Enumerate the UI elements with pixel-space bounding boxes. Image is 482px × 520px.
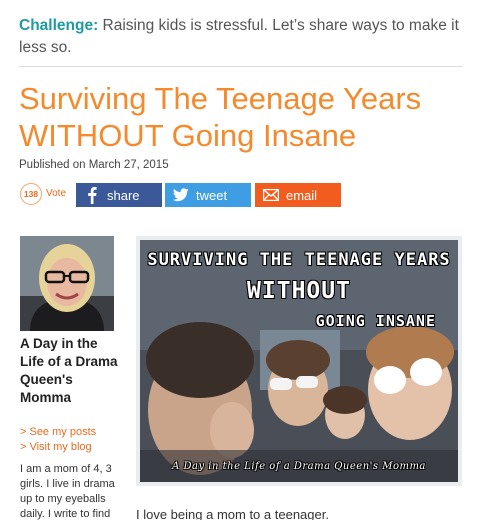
facebook-icon (81, 186, 103, 204)
article-page: Challenge: Raising kids is stressful. Le… (0, 0, 482, 520)
author-bio: I am a mom of 4, 3 girls. I live in dram… (20, 463, 115, 520)
hero-caption-line1: SURVIVING THE TEENAGE YEARS (147, 250, 451, 270)
divider (19, 66, 463, 67)
vote-count-button[interactable]: 138 (20, 183, 42, 205)
twitter-share-button[interactable]: tweet (165, 183, 251, 207)
hero-caption-line3: GOING INSANE (315, 312, 436, 330)
published-date: Published on March 27, 2015 (19, 159, 169, 171)
article-title: Surviving The Teenage Years WITHOUT Goin… (19, 81, 422, 153)
hero-caption-line2: WITHOUT (247, 278, 351, 304)
email-icon (260, 189, 282, 201)
hero-watermark: A Day in the Life of a Drama Queen's Mom… (172, 461, 426, 472)
visit-my-blog-link[interactable]: > Visit my blog (20, 441, 92, 453)
vote-label[interactable]: Vote (46, 188, 66, 199)
author-name-link[interactable]: A Day in the Life of a Drama Queen's Mom… (20, 335, 118, 407)
email-button-label: email (286, 187, 318, 203)
group-selfie-illustration (140, 240, 458, 482)
challenge-banner: Challenge: Raising kids is stressful. Le… (19, 15, 464, 59)
email-share-button[interactable]: email (255, 183, 341, 207)
hero-photo: SURVIVING THE TEENAGE YEARS WITHOUT GOIN… (140, 240, 458, 482)
facebook-share-button[interactable]: share (76, 183, 162, 207)
tweet-button-label: tweet (196, 187, 228, 203)
author-avatar[interactable] (20, 236, 114, 331)
article-intro-text: I love being a mom to a teenager. (136, 507, 329, 520)
author-photo (20, 236, 114, 331)
article-hero-image[interactable]: SURVIVING THE TEENAGE YEARS WITHOUT GOIN… (136, 236, 462, 486)
twitter-icon (170, 188, 192, 202)
see-my-posts-link[interactable]: > See my posts (20, 426, 96, 438)
challenge-label: Challenge: (19, 17, 99, 34)
share-button-label: share (107, 187, 140, 203)
